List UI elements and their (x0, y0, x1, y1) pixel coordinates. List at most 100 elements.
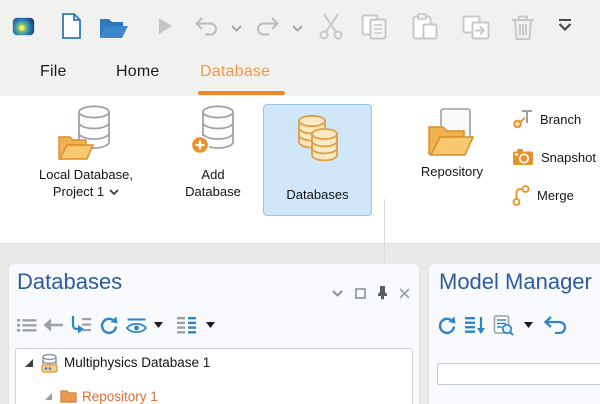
chevron-down-icon (292, 25, 303, 32)
pin-icon (377, 286, 388, 300)
tab-home[interactable]: Home (116, 63, 159, 81)
tree-item-repository[interactable]: Repository 1 (16, 387, 412, 404)
panel-menu-button[interactable] (329, 285, 345, 301)
repository-button[interactable]: Repository (398, 102, 506, 216)
chevron-down-icon (231, 25, 242, 32)
back-button[interactable] (41, 314, 65, 336)
duplicate-icon (462, 15, 490, 40)
ribbon: Local Database, Project 1 Add Database D… (0, 96, 600, 244)
expand-arrow-icon[interactable] (24, 358, 34, 368)
dropdown-arrow-icon (206, 322, 215, 328)
add-database-icon (190, 105, 236, 163)
list-icon (17, 318, 37, 333)
snapshot-label: Snapshot (541, 150, 596, 165)
scissors-icon (318, 13, 344, 41)
add-database-label-line1: Add (201, 167, 224, 184)
columns-button[interactable] (173, 314, 199, 336)
redo-button[interactable] (255, 17, 280, 37)
chevron-down-icon (109, 189, 119, 195)
open-file-button[interactable] (99, 16, 129, 39)
paste-icon (411, 13, 439, 41)
panel-maximize-button[interactable] (352, 285, 368, 301)
add-database-button[interactable]: Add Database (170, 102, 256, 216)
chevron-down-icon (332, 290, 343, 297)
goto-node-icon (70, 316, 92, 334)
refresh-icon (100, 316, 119, 335)
databases-panel-title: Databases (17, 269, 122, 295)
go-to-node-button[interactable] (69, 314, 93, 336)
show-dropdown-button[interactable] (151, 314, 165, 336)
branch-button[interactable]: Branch (512, 108, 581, 130)
tree-item-label: Multiphysics Database 1 (64, 353, 210, 373)
local-database-label-line2: Project 1 (53, 184, 119, 201)
tab-database[interactable]: Database (200, 63, 270, 81)
tab-file[interactable]: File (40, 63, 67, 81)
preview-dropdown-button[interactable] (521, 314, 535, 336)
repository-label: Repository (421, 164, 483, 181)
model-manager-panel-title: Model Manager (439, 269, 592, 295)
add-database-label-line2: Database (185, 184, 241, 201)
local-database-icon (58, 105, 114, 163)
tree-item-multiphysics-database[interactable]: Multiphysics Database 1 (16, 353, 412, 373)
comsol-logo-icon (13, 18, 34, 35)
cut-button[interactable] (318, 13, 344, 41)
eye-icon (125, 317, 148, 334)
undo-dropdown-button[interactable] (231, 25, 242, 32)
show-button[interactable] (123, 314, 149, 336)
undo-button[interactable] (543, 314, 567, 336)
databases-button[interactable]: Databases (263, 104, 372, 216)
play-icon (157, 17, 173, 35)
panel-close-button[interactable] (396, 285, 412, 301)
arrow-left-icon (43, 318, 64, 332)
database-server-icon (40, 353, 59, 373)
redo-dropdown-button[interactable] (292, 25, 303, 32)
columns-dropdown-button[interactable] (203, 314, 217, 336)
delete-button[interactable] (510, 14, 536, 41)
repository-folder-icon (60, 389, 77, 403)
undo-icon (194, 17, 219, 37)
new-file-button[interactable] (61, 13, 82, 39)
toolbar-customize-button[interactable] (558, 19, 572, 31)
sort-button[interactable] (463, 314, 487, 336)
title-bar: File Home Database (0, 0, 600, 96)
app-menu-button[interactable] (13, 18, 34, 35)
local-database-project-text: Project 1 (53, 184, 104, 201)
branch-icon (512, 108, 533, 130)
columns-icon (176, 316, 197, 334)
tree-item-label: Repository 1 (82, 387, 158, 404)
merge-label: Merge (537, 188, 574, 203)
databases-panel: Databases (8, 263, 420, 404)
repository-icon (428, 108, 476, 158)
merge-icon (512, 184, 530, 206)
trash-icon (510, 14, 536, 41)
panel-pin-button[interactable] (374, 285, 390, 301)
snapshot-button[interactable]: Snapshot (512, 148, 596, 166)
paste-button[interactable] (411, 13, 439, 41)
customize-toolbar-icon (558, 19, 572, 31)
dropdown-arrow-icon (524, 322, 533, 328)
maximize-icon (355, 288, 366, 299)
local-database-label-line1: Local Database, (39, 167, 133, 184)
databases-tree[interactable]: Multiphysics Database 1 Repository 1 (15, 348, 413, 404)
branch-label: Branch (540, 112, 581, 127)
run-button[interactable] (157, 17, 173, 35)
refresh-button[interactable] (97, 314, 121, 336)
copy-icon (361, 14, 389, 40)
duplicate-button[interactable] (462, 15, 490, 40)
merge-button[interactable]: Merge (512, 184, 574, 206)
copy-button[interactable] (361, 14, 389, 40)
undo-icon (543, 316, 567, 334)
undo-button[interactable] (194, 17, 219, 37)
filter-input[interactable] (437, 363, 600, 385)
redo-icon (255, 17, 280, 37)
databases-icon (295, 112, 341, 166)
local-database-button[interactable]: Local Database, Project 1 (12, 102, 160, 216)
model-manager-panel: Model Manager (428, 263, 600, 404)
refresh-icon (438, 316, 457, 335)
open-folder-icon (99, 16, 129, 39)
new-file-icon (61, 13, 82, 39)
sort-list-icon (464, 316, 486, 335)
refresh-button[interactable] (435, 314, 459, 336)
show-in-list-button[interactable] (15, 314, 39, 336)
preview-button[interactable] (491, 314, 515, 336)
